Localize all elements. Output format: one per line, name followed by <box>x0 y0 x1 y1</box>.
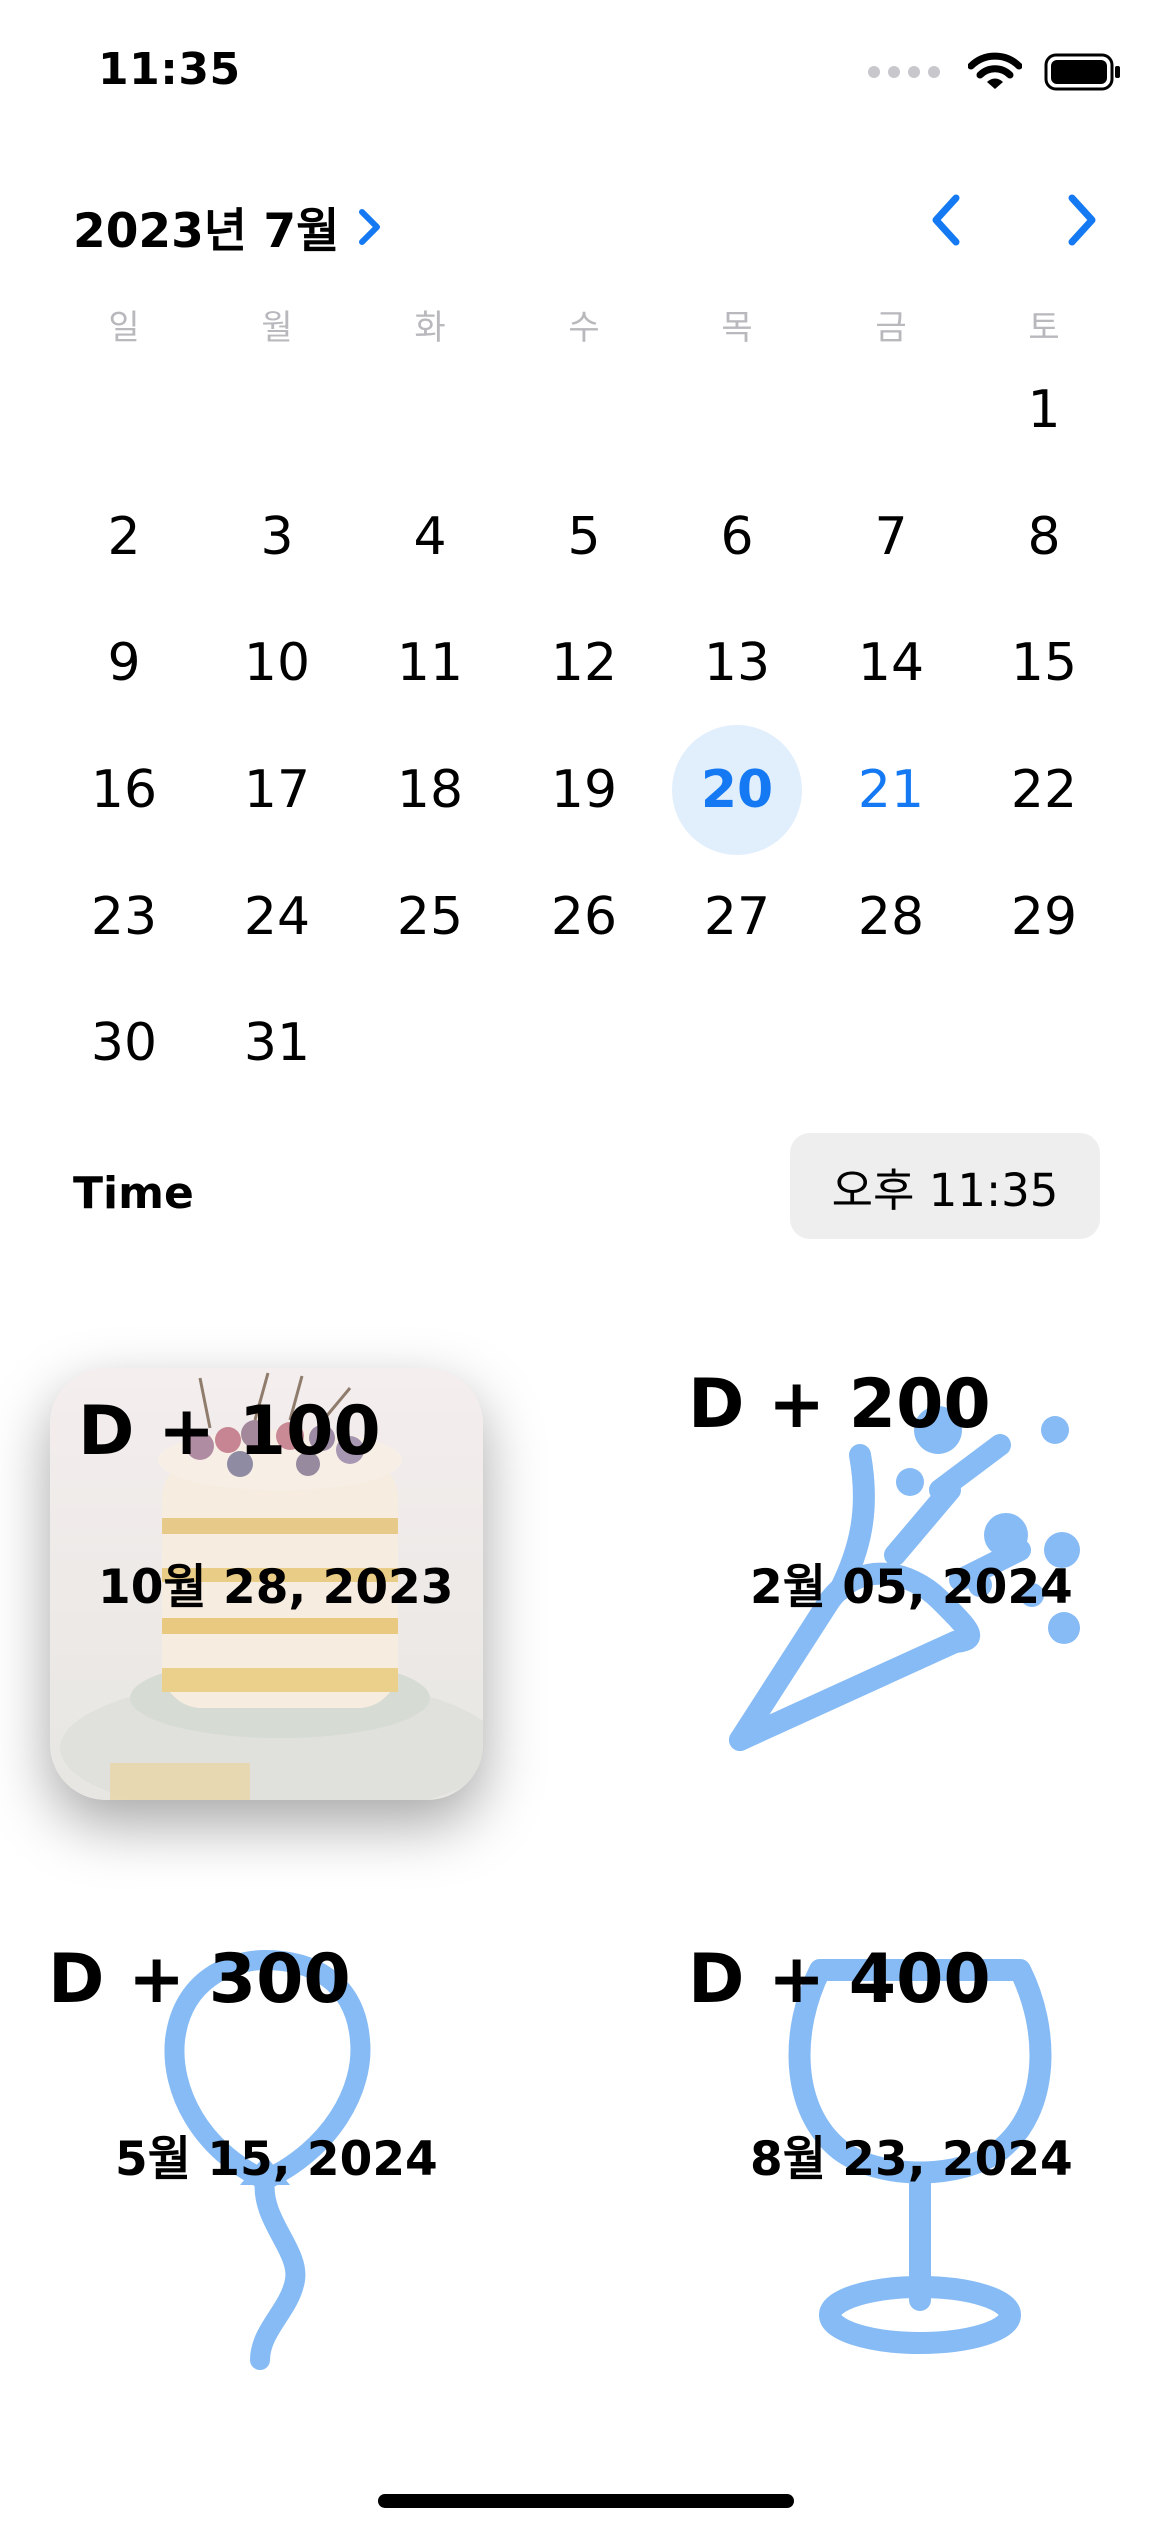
dday-label: D + 400 <box>688 1940 991 2019</box>
calendar-day[interactable]: 4 <box>365 472 495 602</box>
calendar-day[interactable]: 14 <box>826 598 956 728</box>
weekday-label: 목 <box>721 308 753 348</box>
calendar-day[interactable]: 25 <box>365 852 495 982</box>
month-title: 2023년 7월 <box>73 204 340 259</box>
calendar-day[interactable]: 13 <box>672 598 802 728</box>
month-picker-button[interactable]: 2023년 7월 <box>73 192 383 261</box>
calendar-day[interactable]: 1 <box>979 345 1109 475</box>
home-indicator[interactable] <box>378 2494 794 2508</box>
dday-label: D + 300 <box>48 1940 351 2019</box>
dday-label: D + 100 <box>78 1392 381 1471</box>
calendar-day[interactable]: 8 <box>979 472 1109 602</box>
calendar-day[interactable]: 15 <box>979 598 1109 728</box>
chevron-right-icon <box>1068 194 1096 246</box>
status-icons <box>866 52 1122 92</box>
dday-date: 2월 05, 2024 <box>750 1560 1073 1615</box>
status-time: 11:35 <box>98 44 241 95</box>
dday-date: 10월 28, 2023 <box>98 1560 454 1615</box>
calendar-day[interactable]: 6 <box>672 472 802 602</box>
calendar-day[interactable]: 26 <box>519 852 649 982</box>
calendar-day[interactable]: 28 <box>826 852 956 982</box>
calendar-day[interactable]: 16 <box>59 725 189 855</box>
calendar-day[interactable]: 19 <box>519 725 649 855</box>
weekday-label: 일 <box>108 308 140 348</box>
chevron-left-icon <box>932 194 960 246</box>
dday-label: D + 200 <box>688 1365 991 1444</box>
calendar-day[interactable]: 17 <box>212 725 342 855</box>
calendar-day[interactable]: 29 <box>979 852 1109 982</box>
weekday-label: 금 <box>875 308 907 348</box>
calendar-day[interactable]: 30 <box>59 978 189 1108</box>
chevron-right-icon <box>359 208 381 245</box>
calendar-day[interactable]: 3 <box>212 472 342 602</box>
calendar-day[interactable]: 9 <box>59 598 189 728</box>
calendar-day[interactable]: 20 <box>672 725 802 855</box>
calendar-day[interactable]: 31 <box>212 978 342 1108</box>
calendar-day[interactable]: 21 <box>826 725 956 855</box>
weekday-label: 토 <box>1028 308 1060 348</box>
dday-date: 5월 15, 2024 <box>115 2132 438 2187</box>
calendar-day[interactable]: 5 <box>519 472 649 602</box>
next-month-button[interactable] <box>1052 190 1112 250</box>
calendar-day[interactable]: 12 <box>519 598 649 728</box>
time-label: Time <box>73 1168 194 1219</box>
calendar-day[interactable]: 22 <box>979 725 1109 855</box>
signal-icon <box>868 66 940 78</box>
time-picker-button[interactable]: 오후 11:35 <box>790 1133 1100 1239</box>
calendar-day[interactable]: 27 <box>672 852 802 982</box>
calendar-day[interactable]: 11 <box>365 598 495 728</box>
previous-month-button[interactable] <box>916 190 976 250</box>
calendar-day[interactable]: 24 <box>212 852 342 982</box>
calendar-day[interactable]: 2 <box>59 472 189 602</box>
weekday-label: 수 <box>568 308 600 348</box>
dday-date: 8월 23, 2024 <box>750 2132 1073 2187</box>
weekday-label: 월 <box>261 308 293 348</box>
calendar-day[interactable]: 7 <box>826 472 956 602</box>
battery-icon <box>1044 53 1120 91</box>
calendar-day[interactable]: 23 <box>59 852 189 982</box>
weekday-label: 화 <box>414 308 446 348</box>
wifi-icon <box>968 52 1022 89</box>
calendar-day[interactable]: 18 <box>365 725 495 855</box>
calendar-day[interactable]: 10 <box>212 598 342 728</box>
